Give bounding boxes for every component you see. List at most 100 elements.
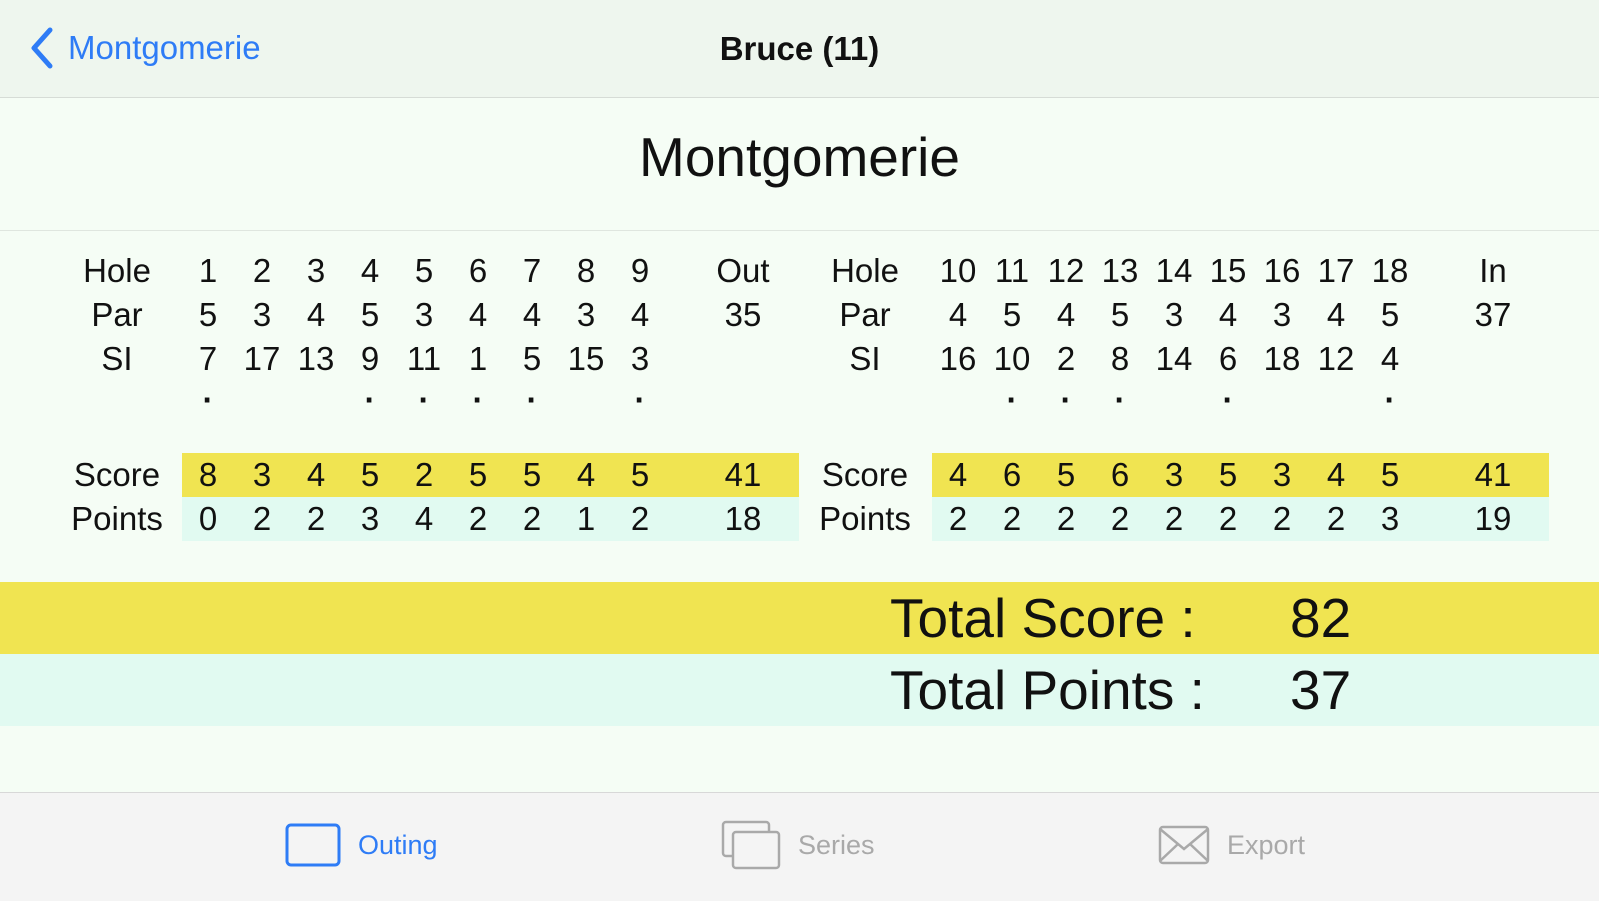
stroke-dot: ·	[1384, 381, 1396, 418]
front-hole-label: Hole	[83, 252, 151, 289]
back-si-cell: 12	[1317, 340, 1355, 377]
envelope-icon	[1158, 825, 1210, 865]
back-points-cell: 2	[1002, 500, 1022, 537]
stroke-dot: ·	[634, 381, 646, 418]
front-holes-cell: 3	[306, 252, 326, 289]
front-holes-cell: 9	[630, 252, 650, 289]
tab-outing[interactable]: Outing	[284, 815, 438, 875]
front-par-cell: 3	[252, 296, 272, 333]
back-score-total: 41	[1474, 456, 1512, 493]
back-holes-cell: 18	[1371, 252, 1409, 289]
front-points-total: 18	[724, 500, 762, 537]
back-points-total: 19	[1474, 500, 1512, 537]
front-par-cell: 4	[630, 296, 650, 333]
front-points-cell: 2	[522, 500, 542, 537]
tab-export[interactable]: Export	[1157, 815, 1305, 875]
tab-series[interactable]: Series	[720, 815, 875, 875]
back-si-cell: 16	[939, 340, 977, 377]
front-holes-cell: 2	[252, 252, 272, 289]
stroke-dot: ·	[202, 381, 214, 418]
front-points-cell: 2	[630, 500, 650, 537]
back-par-cell: 3	[1164, 296, 1184, 333]
back-points-cell: 2	[1218, 500, 1238, 537]
back-par-label: Par	[839, 296, 891, 333]
nav-bar: Montgomerie Bruce (11)	[0, 0, 1599, 98]
front-si-label: SI	[101, 340, 133, 377]
tab-outing-label: Outing	[358, 829, 438, 860]
back-par-cell: 4	[1056, 296, 1076, 333]
back-score-cell: 5	[1056, 456, 1076, 493]
front-score-cell: 3	[252, 456, 272, 493]
back-holes-cell: 13	[1101, 252, 1139, 289]
front-score-cell: 5	[630, 456, 650, 493]
stroke-dot: ·	[1060, 381, 1072, 418]
stroke-dot: ·	[472, 381, 484, 418]
back-score-cell: 3	[1164, 456, 1184, 493]
outing-icon	[285, 823, 341, 867]
back-si-cell: 2	[1056, 340, 1076, 377]
back-points-cell: 2	[1164, 500, 1184, 537]
series-icon	[721, 820, 781, 870]
total-score-row: Total Score : 82	[0, 582, 1599, 654]
front-points-cell: 3	[360, 500, 380, 537]
front-score-total: 41	[724, 456, 762, 493]
front-points-cell: 4	[414, 500, 434, 537]
back-par-total: 37	[1474, 296, 1512, 333]
front-points-cell: 0	[198, 500, 218, 537]
front-score-cell: 8	[198, 456, 218, 493]
stroke-dot: ·	[364, 381, 376, 418]
stroke-dot: ·	[418, 381, 430, 418]
back-points-cell: 2	[1110, 500, 1130, 537]
back-par-cell: 5	[1002, 296, 1022, 333]
front-holes-cell: 4	[360, 252, 380, 289]
divider	[0, 230, 1599, 231]
stroke-dot: ·	[526, 381, 538, 418]
front-points-cell: 1	[576, 500, 596, 537]
front-si-cell: 17	[243, 340, 281, 377]
back-points-cell: 2	[1326, 500, 1346, 537]
back-si-cell: 14	[1155, 340, 1193, 377]
back-score-cell: 4	[948, 456, 968, 493]
front-par-cell: 3	[576, 296, 596, 333]
stroke-dot: ·	[1006, 381, 1018, 418]
front-score-cell: 5	[360, 456, 380, 493]
back-par-cell: 4	[1326, 296, 1346, 333]
front-par-cell: 5	[198, 296, 218, 333]
front-si-cell: 7	[198, 340, 218, 377]
front-holes-total: Out	[716, 252, 770, 289]
total-points-label: Total Points :	[890, 659, 1205, 721]
total-points-row: Total Points : 37	[0, 654, 1599, 726]
nav-title: Bruce (11)	[719, 30, 880, 67]
front-holes-cell: 8	[576, 252, 596, 289]
back-si-label: SI	[849, 340, 881, 377]
front-score-cell: 5	[468, 456, 488, 493]
front-si-cell: 5	[522, 340, 542, 377]
back-holes-cell: 10	[939, 252, 977, 289]
back-points-cell: 2	[1056, 500, 1076, 537]
front-si-cell: 3	[630, 340, 650, 377]
back-par-cell: 3	[1272, 296, 1292, 333]
front-score-cell: 5	[522, 456, 542, 493]
course-title: Montgomerie	[639, 126, 960, 188]
front-holes-cell: 5	[414, 252, 434, 289]
back-score-cell: 5	[1218, 456, 1238, 493]
front-points-label: Points	[71, 500, 163, 537]
total-score-label: Total Score :	[890, 587, 1196, 649]
front-points-cell: 2	[252, 500, 272, 537]
front-holes-cell: 7	[522, 252, 542, 289]
back-par-cell: 5	[1110, 296, 1130, 333]
back-holes-cell: 14	[1155, 252, 1193, 289]
back-par-cell: 4	[948, 296, 968, 333]
total-points-value: 37	[1290, 659, 1352, 721]
front-points-cell: 2	[468, 500, 488, 537]
back-par-cell: 4	[1218, 296, 1238, 333]
front-si-cell: 9	[360, 340, 380, 377]
back-holes-cell: 16	[1263, 252, 1301, 289]
tab-bar: Outing Series Export	[0, 792, 1599, 901]
back-score-cell: 4	[1326, 456, 1346, 493]
front-par-label: Par	[91, 296, 143, 333]
tab-export-label: Export	[1227, 829, 1306, 860]
back-holes-cell: 15	[1209, 252, 1247, 289]
stroke-dot: ·	[1114, 381, 1126, 418]
back-score-cell: 5	[1380, 456, 1400, 493]
